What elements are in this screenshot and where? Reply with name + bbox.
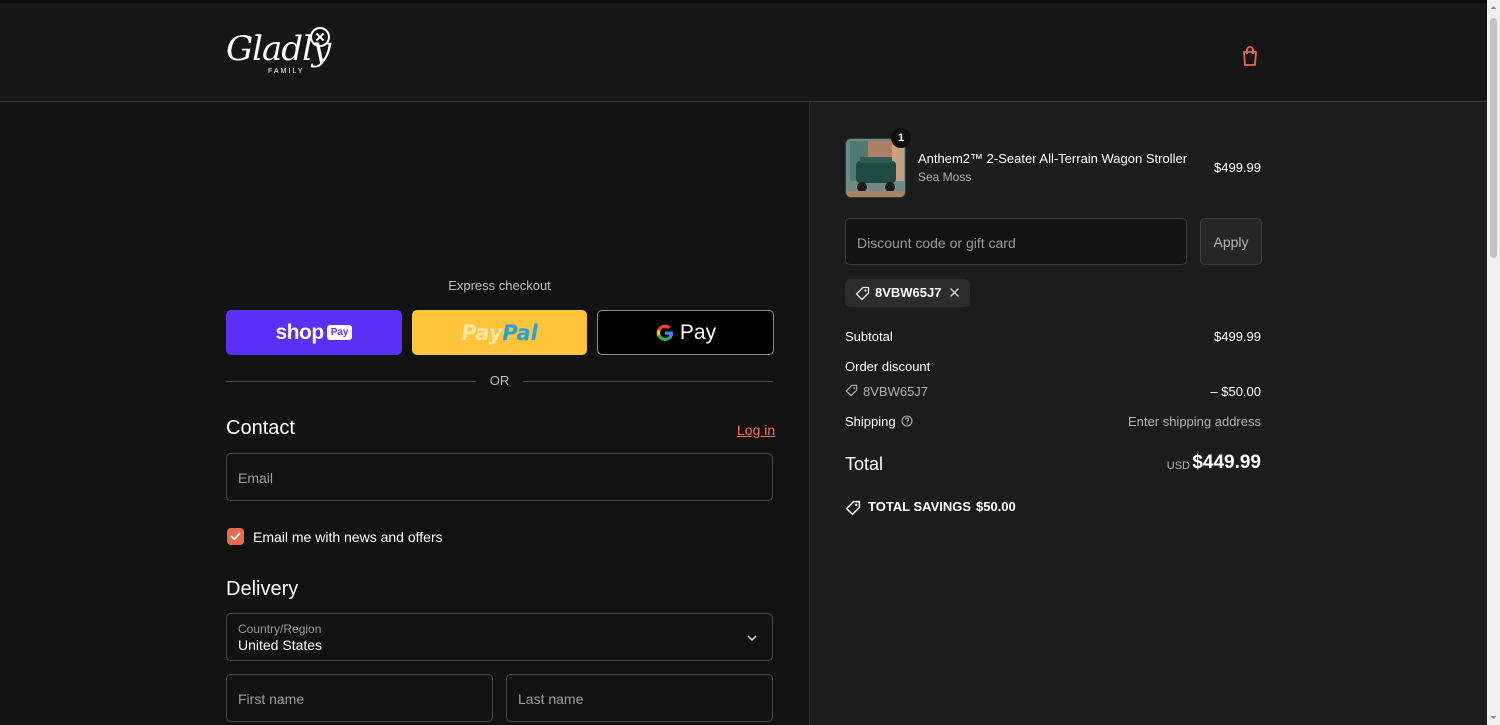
applied-discount-code: 8VBW65J7 <box>875 285 942 300</box>
page-scrollbar[interactable] <box>1487 0 1500 725</box>
newsletter-label[interactable]: Email me with news and offers <box>253 529 443 545</box>
google-pay-button[interactable]: Pay <box>597 310 774 355</box>
google-pay-wordmark: Pay <box>679 320 717 344</box>
discount-code-input[interactable]: Discount code or gift card <box>845 218 1187 265</box>
scroll-up-arrow-icon[interactable] <box>1490 4 1497 11</box>
email-field[interactable]: Email <box>226 453 773 501</box>
first-name-field[interactable]: First name <box>226 674 493 722</box>
total-currency: USD <box>1166 460 1190 472</box>
shipping-label: Shipping <box>845 414 896 429</box>
paypal-button[interactable]: PayPal <box>412 310 587 355</box>
tag-icon <box>855 286 870 301</box>
shop-pay-wordmark: shop <box>275 320 325 344</box>
paypal-wordmark: PayPal <box>461 320 538 345</box>
total-savings-value: $50.00 <box>976 499 1016 514</box>
applied-discount-chip: 8VBW65J7 <box>845 279 970 307</box>
quantity-badge: 1 <box>891 128 911 148</box>
chevron-down-icon <box>747 635 757 642</box>
remove-discount-icon[interactable] <box>949 287 960 298</box>
tag-icon <box>845 384 858 397</box>
express-checkout-label: Express checkout <box>448 278 551 293</box>
checkmark-icon <box>230 532 241 541</box>
newsletter-checkbox[interactable] <box>227 528 244 545</box>
shopping-bag-icon[interactable] <box>1240 45 1260 67</box>
product-price: $499.99 <box>1214 160 1261 175</box>
order-discount-code: 8VBW65J7 <box>863 384 929 399</box>
apply-discount-button[interactable]: Apply <box>1200 218 1262 265</box>
google-g-icon <box>656 324 673 341</box>
delivery-heading: Delivery <box>226 578 299 600</box>
country-region-label: Country/Region <box>238 622 322 636</box>
savings-tag-icon <box>845 500 861 516</box>
gladly-family-logo[interactable]: Gladly FAMILY <box>226 25 332 87</box>
total-label: Total <box>845 454 884 474</box>
total-value: $449.99 <box>1192 452 1261 473</box>
product-variant: Sea Moss <box>918 170 972 184</box>
country-region-select[interactable]: Country/Region United States <box>226 613 773 661</box>
logo-subtext: FAMILY <box>268 68 305 75</box>
order-discount-label: Order discount <box>845 359 931 374</box>
scroll-down-arrow-icon[interactable] <box>1490 714 1497 721</box>
product-name: Anthem2™ 2-Seater All-Terrain Wagon Stro… <box>918 151 1188 166</box>
shop-pay-button[interactable]: shop Pay <box>226 310 402 355</box>
logo-mark-icon <box>310 27 330 47</box>
shop-pay-tag: Pay <box>326 325 353 340</box>
last-name-field[interactable]: Last name <box>506 674 773 722</box>
subtotal-value: $499.99 <box>1214 329 1261 344</box>
scrollbar-thumb[interactable] <box>1490 18 1497 258</box>
order-discount-value: – $50.00 <box>1210 384 1261 399</box>
log-in-link[interactable]: Log in <box>737 422 775 438</box>
help-circle-icon[interactable] <box>901 415 913 427</box>
first-name-placeholder: First name <box>238 691 305 707</box>
site-header: Gladly FAMILY <box>0 0 1487 102</box>
discount-code-placeholder: Discount code or gift card <box>857 235 1016 251</box>
wagon-stroller-image <box>846 139 905 197</box>
last-name-placeholder: Last name <box>518 691 584 707</box>
total-savings-label: TOTAL SAVINGS <box>868 499 972 514</box>
checkout-page: Gladly FAMILY Express checkout shop Pay … <box>0 0 1500 725</box>
or-divider: OR <box>226 372 773 390</box>
subtotal-label: Subtotal <box>845 329 893 344</box>
country-region-value: United States <box>238 637 323 653</box>
email-placeholder: Email <box>238 470 274 486</box>
or-text: OR <box>489 373 510 388</box>
contact-heading: Contact <box>226 417 295 439</box>
shipping-value: Enter shipping address <box>1128 414 1261 429</box>
